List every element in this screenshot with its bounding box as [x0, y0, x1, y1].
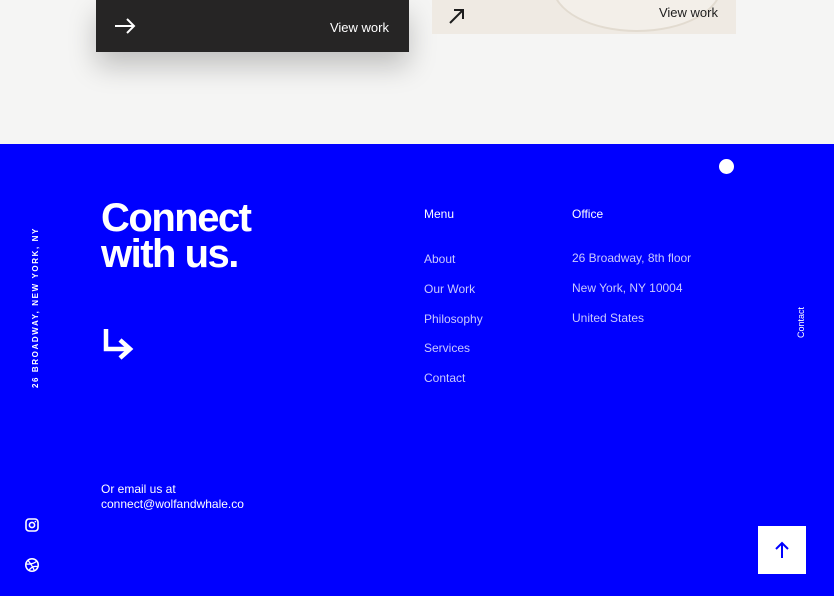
footer: 26 BROADWAY, NEW YORK, NY Contact Connec…: [0, 144, 834, 596]
headline-line-1: Connect: [101, 196, 252, 240]
back-to-top-button[interactable]: [758, 526, 806, 574]
arrow-down-right-icon[interactable]: [102, 328, 136, 362]
cursor-dot: [719, 159, 734, 174]
arrow-up-right-icon: [449, 9, 464, 24]
headline-line-2: with us.: [101, 232, 239, 276]
arrow-right-icon: [115, 18, 136, 34]
email-link[interactable]: connect@wolfandwhale.co: [101, 497, 244, 511]
office-address: 26 Broadway, 8th floor New York, NY 1000…: [572, 251, 691, 340]
office-line-country: United States: [572, 310, 645, 325]
menu-item-contact[interactable]: Contact: [424, 371, 483, 401]
office-title: Office: [572, 207, 604, 221]
menu-item-philosophy[interactable]: Philosophy: [424, 312, 483, 342]
work-section: View work View work: [0, 0, 834, 144]
office-line-street: 26 Broadway, 8th floor: [572, 251, 692, 265]
menu-item-about[interactable]: About: [424, 252, 483, 282]
connect-headline: Connect with us.: [101, 196, 252, 276]
instagram-icon[interactable]: [24, 517, 40, 533]
view-work-link[interactable]: View work: [659, 5, 718, 20]
menu-item-services[interactable]: Services: [424, 341, 483, 371]
arrow-up-icon: [775, 541, 789, 558]
office-line-city: New York, NY 10004: [572, 280, 683, 295]
menu-item-our-work[interactable]: Our Work: [424, 282, 483, 312]
menu-title: Menu: [424, 207, 455, 221]
work-card-light[interactable]: View work: [432, 0, 736, 34]
menu-list: About Our Work Philosophy Services Conta…: [424, 252, 483, 401]
dribbble-icon[interactable]: [24, 557, 40, 573]
vertical-address: 26 BROADWAY, NEW YORK, NY: [31, 227, 40, 388]
work-card-dark[interactable]: View work: [96, 0, 409, 52]
email-lead: Or email us at: [101, 482, 176, 496]
view-work-link[interactable]: View work: [330, 20, 389, 35]
vertical-contact-link[interactable]: Contact: [796, 307, 806, 338]
decorative-wordmark: [238, 112, 280, 144]
